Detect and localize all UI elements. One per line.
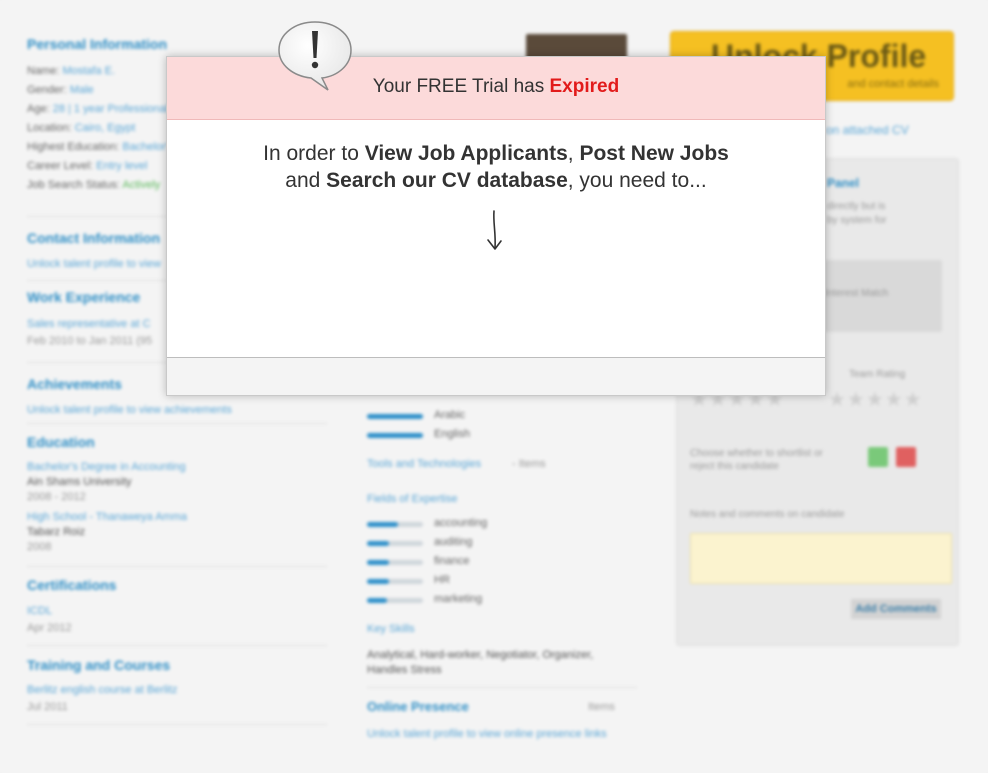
training-title: Training and Courses [27, 657, 171, 673]
title-prefix: Your FREE Trial has [372, 76, 550, 97]
education-school: Tabarz Roiz [27, 526, 86, 538]
reject-button[interactable] [896, 447, 916, 467]
contact-info-title: Contact Information [27, 230, 160, 246]
education-title: Education [27, 434, 95, 450]
modal-title: Your FREE Trial has Expired [167, 76, 825, 98]
team-rating-stars: ★★★★★ [828, 389, 923, 411]
down-arrow-icon [481, 207, 511, 260]
message-text: , [567, 142, 580, 165]
panel-title: Panel [827, 176, 860, 190]
message-text: , you need to... [567, 169, 707, 192]
field-bar [367, 560, 423, 565]
personal-row: Location: Cairo, Egypt [27, 122, 136, 134]
education-degree[interactable]: Bachelor's Degree in Accounting [27, 461, 186, 473]
field-bar [367, 579, 423, 584]
online-presence-count: Items [588, 701, 615, 713]
modal-footer [167, 357, 825, 395]
experience-dates: Feb 2010 to Jan 2011 (95 [27, 335, 153, 347]
unlock-profile-subtitle: and contact details [847, 78, 939, 90]
add-comments-button[interactable]: Add Comments [851, 599, 941, 619]
notes-textarea[interactable] [690, 533, 952, 584]
field-bar [367, 541, 423, 546]
education-years: 2008 - 2012 [27, 491, 86, 503]
fields-title: Fields of Expertise [367, 493, 458, 505]
message-action-view-applicants: View Job Applicants [364, 142, 568, 165]
experience-link[interactable]: Sales representative at C [27, 318, 151, 330]
modal-message: In order to View Job Applicants, Post Ne… [207, 140, 785, 194]
exclamation-bubble-icon [277, 20, 353, 92]
attached-cv-link[interactable]: on attached CV [826, 123, 909, 137]
training-item[interactable]: Berlitz english course at Berlitz [27, 684, 177, 696]
trial-expired-modal: Your FREE Trial has Expired In order to … [166, 56, 826, 396]
message-text: In order to [263, 142, 365, 165]
certifications-title: Certifications [27, 577, 117, 593]
notes-label: Notes and comments on candidate [690, 509, 845, 520]
match-label: Interest Match [825, 288, 889, 299]
message-action-post-jobs: Post New Jobs [579, 142, 729, 165]
field-bar [367, 598, 423, 603]
language-label: English [434, 428, 471, 440]
achievements-unlock-link[interactable]: Unlock talent profile to view achievemen… [27, 404, 232, 416]
certification-item[interactable]: ICDL [27, 605, 52, 617]
language-bar [367, 414, 423, 419]
field-label: auditing [434, 536, 473, 548]
personal-row: Age: 28 | 1 year Professional [27, 103, 169, 115]
key-skills-title: Key Skills [367, 623, 415, 635]
achievements-title: Achievements [27, 376, 122, 392]
field-bar [367, 522, 423, 527]
field-label: HR [434, 574, 450, 586]
shortlist-button[interactable] [868, 447, 888, 467]
personal-row: Gender: Male [27, 84, 94, 96]
trial-status: Expired [549, 76, 620, 97]
tools-title: Tools and Technologies [367, 458, 482, 470]
education-school: Ain Shams University [27, 476, 132, 488]
contact-unlock-link[interactable]: Unlock talent profile to view [27, 258, 161, 270]
online-presence-title: Online Presence [367, 699, 469, 714]
panel-desc: directly but is [827, 201, 886, 212]
personal-info-list: Name: Mostafa E. Gender: Male Age: 28 | … [27, 62, 177, 195]
work-experience-title: Work Experience [27, 289, 141, 305]
personal-row: Job Search Status: Actively [27, 179, 161, 191]
training-date: Jul 2011 [27, 701, 68, 713]
personal-row: Career Level: Entry level [27, 160, 148, 172]
modal-header: Your FREE Trial has Expired [167, 57, 825, 120]
field-label: finance [434, 555, 470, 567]
match-box: Interest Match [813, 260, 942, 332]
education-degree[interactable]: High School - Thanaweya Amma [27, 511, 187, 523]
personal-row: Name: Mostafa E. [27, 65, 116, 77]
message-text: and [285, 169, 327, 192]
field-label: marketing [434, 593, 483, 605]
team-rating-label: Team Rating [849, 369, 906, 380]
language-label: Arabic [434, 409, 466, 421]
language-bar [367, 433, 423, 438]
tools-count: - Items [512, 458, 546, 470]
personal-row: Highest Education: Bachelor's [27, 141, 174, 153]
key-skills-text: Analytical, Hard-worker, Negotiator, Org… [367, 649, 594, 676]
field-label: accounting [434, 517, 488, 529]
panel-desc: by system for [827, 215, 887, 226]
shortlist-text: Choose whether to shortlist or reject th… [690, 448, 823, 472]
personal-info-title: Personal Information [27, 36, 168, 52]
certification-date: Apr 2012 [27, 622, 72, 634]
message-action-search-cv: Search our CV database [326, 169, 568, 192]
online-presence-link[interactable]: Unlock talent profile to view online pre… [367, 728, 607, 740]
education-years: 2008 [27, 541, 52, 553]
